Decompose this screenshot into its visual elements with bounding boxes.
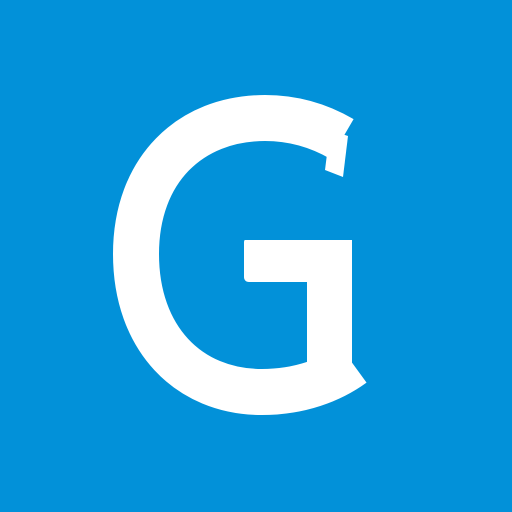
letter-g-bar [244,240,352,365]
letter-g-icon [113,95,367,415]
app-icon-tile[interactable]: G [0,0,512,512]
